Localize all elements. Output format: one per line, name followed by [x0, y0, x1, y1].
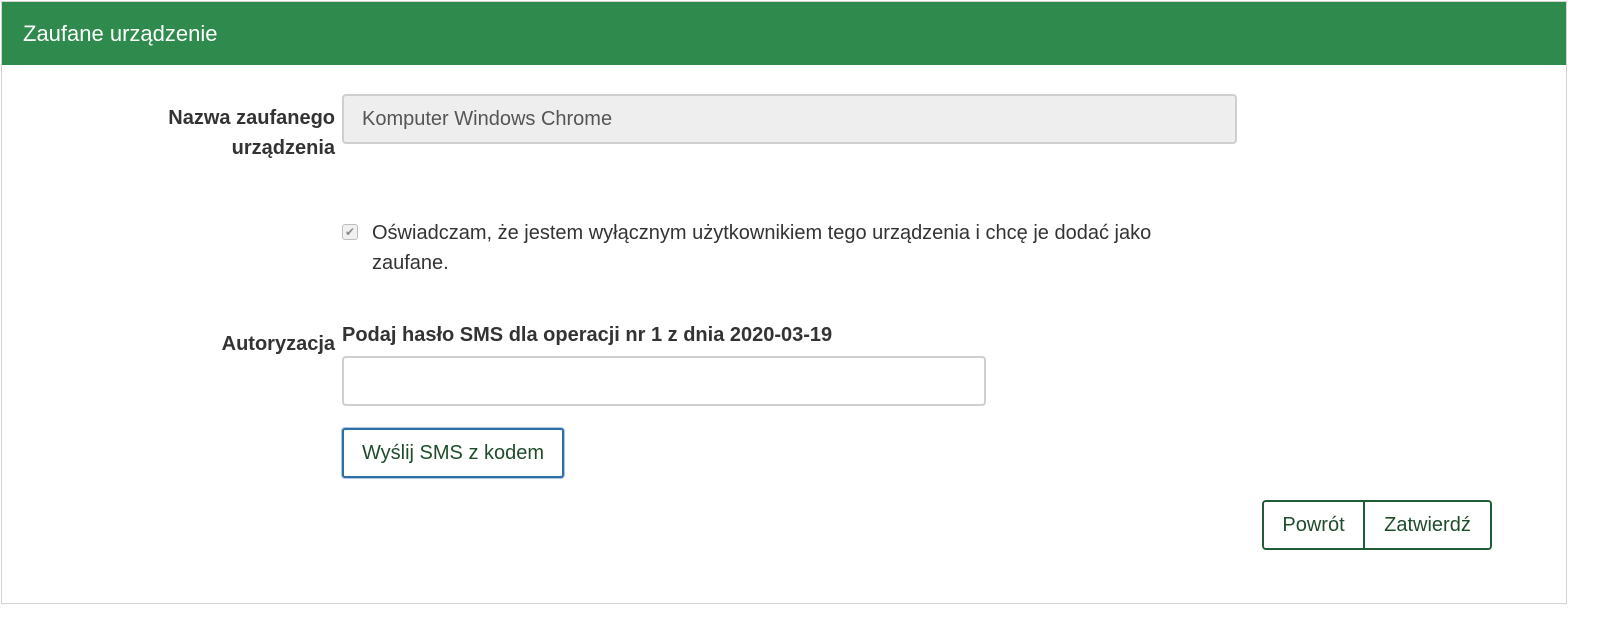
declaration-text: Oświadczam, że jestem wyłącznym użytkown…: [372, 222, 1152, 274]
device-name-field[interactable]: Komputer Windows Chrome: [342, 94, 1237, 144]
send-sms-button[interactable]: Wyślij SMS z kodem: [342, 428, 564, 478]
authorization-label: Autoryzacja: [221, 333, 335, 355]
sms-code-input[interactable]: [342, 356, 986, 406]
form-actions: Powrót Zatwierdź: [1262, 500, 1492, 550]
back-button[interactable]: Powrót: [1264, 502, 1365, 548]
panel-title: Zaufane urządzenie: [2, 2, 1566, 65]
sms-prompt: Podaj hasło SMS dla operacji nr 1 z dnia…: [342, 324, 833, 346]
checkmark-icon: ✔: [344, 225, 356, 239]
device-name-label: Nazwa zaufanego urządzenia: [168, 107, 335, 159]
confirm-button[interactable]: Zatwierdź: [1365, 502, 1490, 548]
declaration-checkbox[interactable]: ✔: [342, 224, 358, 240]
